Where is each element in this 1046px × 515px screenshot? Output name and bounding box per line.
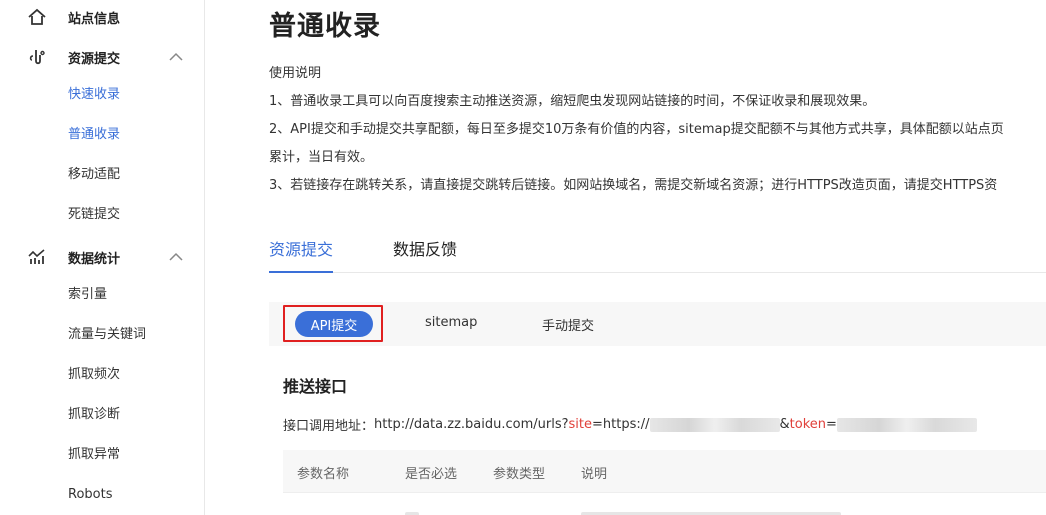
endpoint-url: 接口调用地址： http://data.zz.baidu.com/urls? s…	[283, 415, 977, 434]
chevron-up-icon[interactable]	[168, 249, 184, 265]
intro-line: 1、普通收录工具可以向百度搜索主动推送资源，缩短爬虫发现网站链接的时间，不保证收…	[269, 94, 876, 109]
sidebar-item-index-volume[interactable]: 索引量	[68, 285, 107, 305]
params-table-header: 参数名称 是否必选 参数类型 说明	[283, 450, 1046, 492]
table-row	[283, 492, 1046, 515]
sidebar-item-mobile-adapt[interactable]: 移动适配	[68, 165, 120, 185]
subtab-sitemap[interactable]: sitemap	[425, 315, 477, 330]
tab-data-feedback[interactable]: 数据反馈	[393, 236, 457, 273]
tab-resource-submit[interactable]: 资源提交	[269, 236, 334, 273]
resource-submit-icon	[27, 47, 47, 67]
sidebar-item-crawl-diagnosis[interactable]: 抓取诊断	[68, 405, 120, 425]
subtab-manual-submit[interactable]: 手动提交	[542, 315, 594, 334]
sidebar-group-resource-submit[interactable]: 资源提交	[0, 37, 204, 77]
usage-heading: 使用说明	[269, 66, 322, 81]
intro-line: 累计，当日有效。	[269, 150, 374, 165]
blurred-site-value	[649, 417, 780, 432]
sidebar-item-site-info[interactable]: 站点信息	[0, 0, 204, 37]
intro-line: 3、若链接存在跳转关系，请直接提交跳转后链接。如网站换域名，需提交新域名资源；进…	[269, 178, 998, 193]
sidebar-item-crawl-errors[interactable]: 抓取异常	[68, 445, 120, 465]
th-required: 是否必选	[405, 467, 458, 482]
subtab-api-submit[interactable]: API提交	[295, 311, 373, 337]
endpoint-base: http://data.zz.baidu.com/urls?	[374, 417, 569, 432]
chart-icon	[27, 247, 47, 267]
home-icon	[27, 7, 47, 27]
page-title: 普通收录	[269, 11, 381, 42]
sidebar-item-deadlink[interactable]: 死链提交	[68, 205, 120, 225]
sidebar: 站点信息 资源提交 快速收录 普通收录 移动适配 死链提交 数据统计 索引量 流…	[0, 0, 205, 515]
sidebar-item-label: 站点信息	[68, 11, 121, 27]
subtabs-bar	[269, 302, 1046, 346]
sidebar-item-crawl-frequency[interactable]: 抓取频次	[68, 365, 120, 385]
main-content: 普通收录 使用说明 1、普通收录工具可以向百度搜索主动推送资源，缩短爬虫发现网站…	[205, 0, 1046, 515]
sidebar-group-data-stats[interactable]: 数据统计	[0, 237, 204, 277]
intro-line: 2、API提交和手动提交共享配额，每日至多提交10万条有价值的内容，sitema…	[269, 122, 1004, 137]
th-description: 说明	[581, 467, 608, 482]
sidebar-group-label: 资源提交	[68, 51, 121, 67]
sidebar-item-traffic-keywords[interactable]: 流量与关键词	[68, 325, 146, 345]
blurred-token-value	[836, 417, 977, 432]
sidebar-item-normal-index[interactable]: 普通收录	[68, 125, 120, 145]
sidebar-item-robots[interactable]: Robots	[68, 485, 112, 505]
sidebar-item-fast-index[interactable]: 快速收录	[68, 85, 120, 105]
token-eq: =	[826, 417, 837, 432]
section-title: 推送接口	[283, 377, 348, 396]
th-param-type: 参数类型	[493, 467, 546, 482]
chevron-up-icon[interactable]	[168, 49, 184, 65]
site-eq: =https://	[592, 417, 650, 432]
th-param-name: 参数名称	[297, 467, 350, 482]
main-tabs: 资源提交 数据反馈	[269, 228, 1046, 273]
token-sep: &	[779, 417, 790, 432]
sidebar-group-label: 数据统计	[68, 251, 121, 267]
endpoint-label: 接口调用地址：	[283, 419, 375, 434]
site-param: site	[568, 417, 592, 432]
token-param: token	[789, 417, 826, 432]
